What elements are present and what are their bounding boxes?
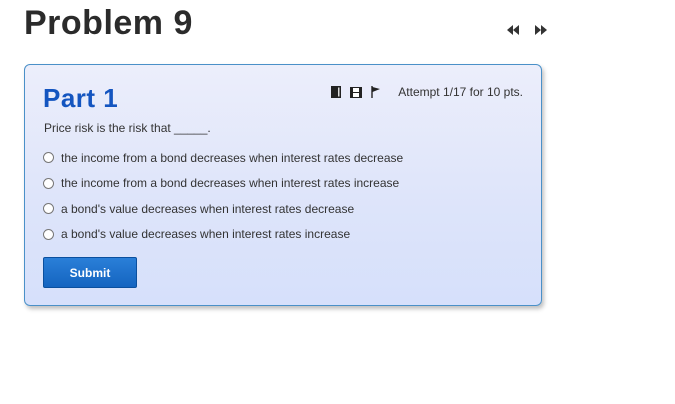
answer-option[interactable]: the income from a bond decreases when in…	[43, 145, 403, 171]
answer-option[interactable]: a bond's value decreases when interest r…	[43, 196, 403, 222]
radio-button[interactable]	[43, 152, 54, 164]
question-text: Price risk is the risk that _____.	[44, 121, 211, 135]
part-toolbar: Attempt 1/17 for 10 pts.	[330, 85, 523, 99]
problem-title: Problem 9	[24, 4, 193, 42]
answer-options: the income from a bond decreases when in…	[43, 145, 403, 247]
page: Problem 9 Part 1 Attempt 1/17 for 10 pts…	[0, 0, 675, 404]
fast-forward-icon[interactable]	[534, 24, 548, 36]
answer-option-label: the income from a bond decreases when in…	[61, 150, 404, 165]
rewind-icon[interactable]	[506, 24, 520, 36]
answer-option[interactable]: a bond's value decreases when interest r…	[43, 222, 403, 248]
submit-button[interactable]: Submit	[43, 257, 137, 288]
film-icon[interactable]	[350, 86, 363, 98]
radio-button[interactable]	[43, 228, 54, 240]
radio-button[interactable]	[43, 203, 54, 215]
answer-option[interactable]: the income from a bond decreases when in…	[43, 171, 403, 197]
attempt-info: Attempt 1/17 for 10 pts.	[398, 85, 523, 99]
flag-icon[interactable]	[370, 86, 382, 98]
part-title: Part 1	[43, 83, 119, 113]
book-icon[interactable]	[330, 86, 342, 98]
answer-option-label: a bond's value decreases when interest r…	[61, 227, 351, 242]
part-card: Part 1 Attempt 1/17 for 10 pts. Price ri…	[24, 64, 542, 306]
problem-navigation	[506, 24, 548, 36]
answer-option-label: a bond's value decreases when interest r…	[61, 201, 355, 216]
radio-button[interactable]	[43, 177, 54, 189]
answer-option-label: the income from a bond decreases when in…	[61, 176, 400, 191]
